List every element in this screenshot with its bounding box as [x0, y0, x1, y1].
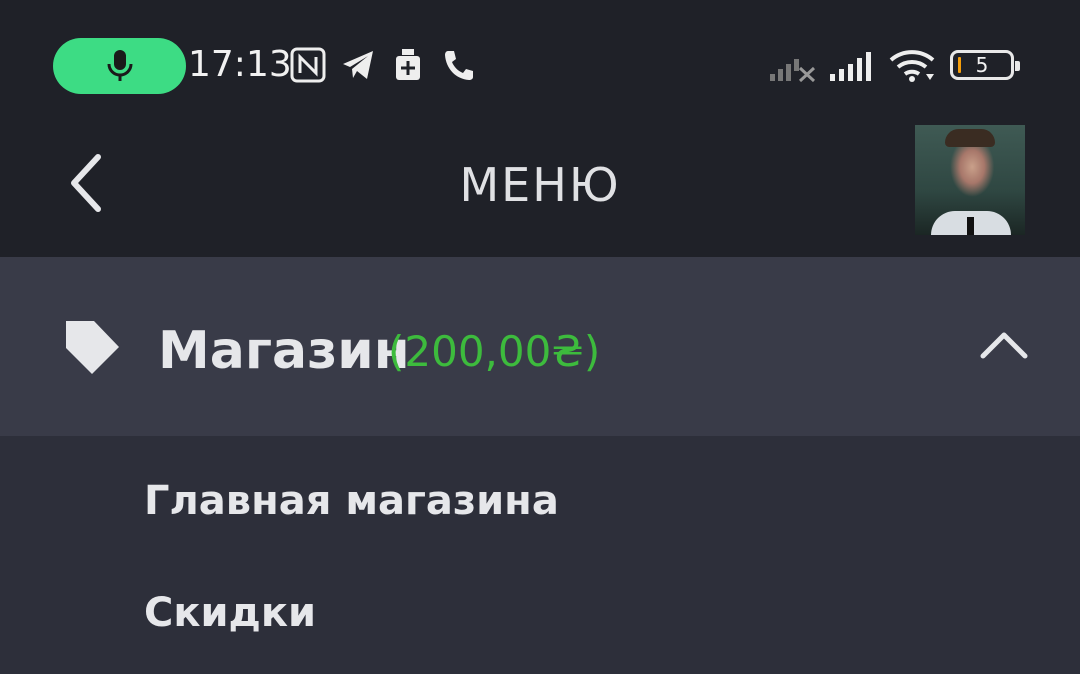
shop-label: Магазин: [158, 321, 410, 381]
menu-section-shop[interactable]: Магазин (200,00₴): [0, 257, 1080, 436]
medical-icon: [396, 49, 420, 80]
wifi-icon: [889, 50, 935, 82]
collapse-button[interactable]: [975, 325, 1033, 365]
battery-icon: 5: [950, 50, 1020, 80]
avatar-tie: [967, 217, 974, 235]
signal-no-service-icon: [770, 59, 816, 82]
shop-submenu: Главная магазина Скидки: [0, 436, 1080, 674]
telegram-icon: [343, 51, 373, 79]
status-time: 17:13: [188, 44, 292, 85]
submenu-item-shop-home[interactable]: Главная магазина: [144, 478, 559, 524]
mic-icon: [107, 50, 132, 81]
chevron-up-icon: [980, 332, 1028, 359]
battery-level: 5: [975, 53, 989, 77]
shop-balance: (200,00₴): [388, 327, 601, 376]
submenu-item-discounts[interactable]: Скидки: [144, 590, 316, 636]
status-bar: 17:13 5: [0, 0, 1080, 120]
mic-indicator[interactable]: [53, 38, 186, 94]
avatar-hair: [945, 129, 995, 147]
signal-icon: [830, 52, 871, 81]
tag-icon: [66, 321, 119, 374]
user-avatar[interactable]: [915, 125, 1025, 235]
nfc-icon: [290, 47, 326, 83]
phone-icon: [445, 51, 473, 80]
app-header: МЕНЮ: [0, 120, 1080, 257]
